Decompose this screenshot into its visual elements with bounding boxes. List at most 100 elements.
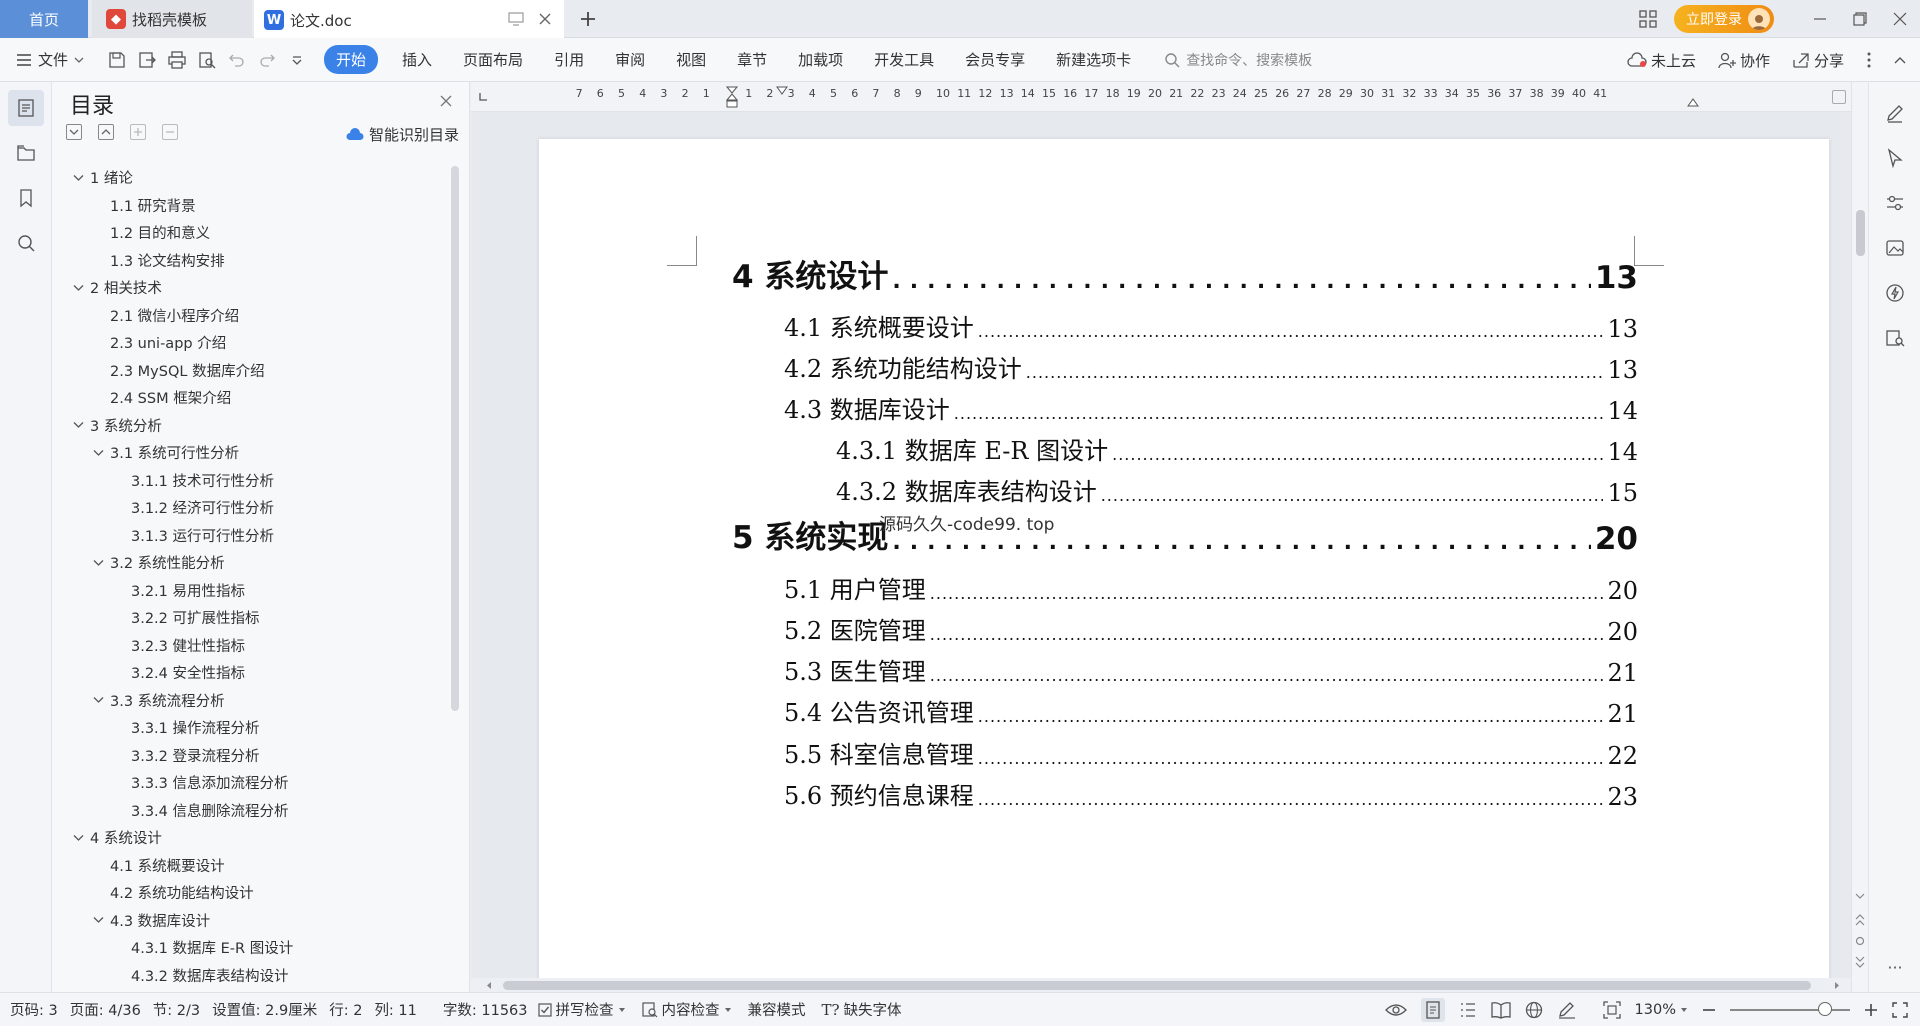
chevron-down-icon[interactable] bbox=[70, 174, 86, 182]
web-view-icon[interactable] bbox=[1525, 1001, 1543, 1019]
toc-entry[interactable]: 5.3 医生管理................................… bbox=[784, 651, 1638, 687]
toc-tree-item[interactable]: 2.3 MySQL 数据库介绍 bbox=[52, 357, 452, 385]
zoom-level[interactable]: 130% bbox=[1635, 1002, 1688, 1018]
toc-tree-item[interactable]: 3.1.2 经济可行性分析 bbox=[52, 494, 452, 522]
ribbon-tab-8[interactable]: 开发工具 bbox=[874, 49, 934, 70]
file-menu[interactable]: 文件 bbox=[16, 49, 84, 70]
reading-view-icon[interactable] bbox=[1490, 1001, 1511, 1019]
toc-panel-icon[interactable] bbox=[7, 90, 44, 126]
navigation-panel-icon[interactable] bbox=[8, 135, 44, 171]
outline-view-icon[interactable] bbox=[1459, 1001, 1477, 1019]
toc-tree-item[interactable]: 4.3.1 数据库 E-R 图设计 bbox=[52, 934, 452, 962]
toc-tree-item[interactable]: 3.2.2 可扩展性指标 bbox=[52, 604, 452, 632]
expand-all-icon[interactable] bbox=[66, 124, 82, 140]
export-pdf-icon[interactable] bbox=[136, 49, 158, 71]
print-icon[interactable] bbox=[166, 49, 188, 71]
toc-tree-item[interactable]: 2.3 uni-app 介绍 bbox=[52, 329, 452, 357]
ribbon-tab-9[interactable]: 会员专享 bbox=[965, 49, 1025, 70]
toc-scrollbar[interactable] bbox=[451, 166, 459, 711]
chevron-down-icon[interactable] bbox=[70, 834, 86, 842]
tab-document[interactable]: W 论文.doc bbox=[254, 0, 564, 38]
share-button[interactable]: 分享 bbox=[1792, 50, 1844, 71]
toc-tree-item[interactable]: 3.3 系统流程分析 bbox=[52, 687, 452, 715]
toc-entry[interactable]: 5.5 科室信息管理..............................… bbox=[784, 734, 1638, 770]
toc-tree-item[interactable]: 1.1 研究背景 bbox=[52, 192, 452, 220]
status-page[interactable]: 页面: 4/36 bbox=[70, 999, 141, 1020]
chevron-down-icon[interactable] bbox=[70, 421, 86, 429]
ribbon-tab-3[interactable]: 引用 bbox=[554, 49, 584, 70]
eye-protection-icon[interactable] bbox=[1384, 1002, 1407, 1018]
ai-assistant-icon[interactable] bbox=[1880, 278, 1910, 308]
adjust-sliders-icon[interactable] bbox=[1880, 188, 1910, 218]
find-icon[interactable] bbox=[8, 225, 44, 261]
ribbon-tab-2[interactable]: 页面布局 bbox=[463, 49, 523, 70]
select-browse-object-icon[interactable] bbox=[1855, 936, 1865, 946]
toc-entry[interactable]: 5.4 公告资讯管理..............................… bbox=[784, 692, 1638, 728]
chevron-down-icon[interactable] bbox=[90, 559, 106, 567]
toc-tree-item[interactable]: 1.3 论文结构安排 bbox=[52, 247, 452, 275]
indent-marker-icon[interactable] bbox=[726, 86, 738, 108]
grid-apps-icon[interactable] bbox=[1628, 0, 1668, 38]
vertical-scrollbar[interactable] bbox=[1851, 82, 1868, 992]
ribbon-tab-10[interactable]: 新建选项卡 bbox=[1056, 49, 1131, 70]
tab-home[interactable]: 首页 bbox=[0, 0, 88, 38]
page-view-icon[interactable] bbox=[1420, 998, 1445, 1022]
ribbon-tab-0[interactable]: 开始 bbox=[324, 45, 379, 74]
collapse-all-icon[interactable] bbox=[98, 124, 114, 140]
cloud-status-button[interactable]: 未上云 bbox=[1627, 50, 1696, 71]
toc-tree-item[interactable]: 3.3.2 登录流程分析 bbox=[52, 742, 452, 770]
new-tab-button[interactable] bbox=[574, 5, 602, 33]
ribbon-tab-4[interactable]: 审阅 bbox=[615, 49, 645, 70]
toc-entry[interactable]: 5.1 用户管理................................… bbox=[784, 569, 1638, 605]
toc-entry[interactable]: 5.2 医院管理................................… bbox=[784, 610, 1638, 646]
scroll-left-icon[interactable] bbox=[485, 981, 493, 990]
ribbon-tab-7[interactable]: 加载项 bbox=[798, 49, 843, 70]
horizontal-scroll-thumb[interactable] bbox=[503, 981, 1811, 990]
toc-tree-item[interactable]: 3 系统分析 bbox=[52, 412, 452, 440]
restore-icon[interactable] bbox=[1840, 0, 1880, 38]
toc-tree-item[interactable]: 1.2 目的和意义 bbox=[52, 219, 452, 247]
login-button[interactable]: 立即登录 bbox=[1674, 5, 1774, 33]
first-line-indent-icon[interactable] bbox=[776, 86, 788, 96]
toc-entry[interactable]: 5 系统实现..................................… bbox=[732, 517, 1638, 557]
spell-check-button[interactable]: 拼写检查 bbox=[537, 999, 626, 1020]
print-preview-icon[interactable] bbox=[196, 49, 218, 71]
reading-icon[interactable] bbox=[1880, 323, 1910, 353]
toc-tree-item[interactable]: 4.2 系统功能结构设计 bbox=[52, 879, 452, 907]
fullscreen-icon[interactable] bbox=[1892, 1002, 1908, 1018]
toc-tree-item[interactable]: 4 系统设计 bbox=[52, 824, 452, 852]
toc-entry[interactable]: 4 系统设计..................................… bbox=[732, 256, 1638, 296]
right-indent-icon[interactable] bbox=[1687, 96, 1699, 108]
add-heading-icon[interactable] bbox=[130, 124, 146, 140]
more-options-icon[interactable] bbox=[1866, 51, 1872, 69]
chevron-down-icon[interactable] bbox=[90, 449, 106, 457]
toc-tree-item[interactable]: 3.1.3 运行可行性分析 bbox=[52, 522, 452, 550]
close-window-icon[interactable] bbox=[1880, 0, 1920, 38]
write-mode-icon[interactable] bbox=[1557, 1001, 1577, 1019]
chevron-down-icon[interactable] bbox=[90, 916, 106, 924]
redo-icon[interactable] bbox=[256, 49, 278, 71]
horizontal-scrollbar[interactable] bbox=[471, 978, 1851, 992]
image-tool-icon[interactable] bbox=[1880, 233, 1910, 263]
toc-tree-item[interactable]: 3.1.1 技术可行性分析 bbox=[52, 467, 452, 495]
smart-toc-button[interactable]: 智能识别目录 bbox=[346, 124, 459, 145]
toc-entry[interactable]: 4.3.1 数据库 E-R 图设计.......................… bbox=[836, 430, 1638, 466]
ribbon-tab-5[interactable]: 视图 bbox=[676, 49, 706, 70]
undo-icon[interactable] bbox=[226, 49, 248, 71]
toc-tree-item[interactable]: 2.4 SSM 框架介绍 bbox=[52, 384, 452, 412]
toc-entry[interactable]: 4.3.2 数据库表结构设计..........................… bbox=[836, 471, 1638, 507]
zoom-out-icon[interactable] bbox=[1702, 1003, 1716, 1017]
missing-font-button[interactable]: T? 缺失字体 bbox=[822, 999, 902, 1020]
document-page[interactable]: 4 系统设计..................................… bbox=[539, 139, 1829, 978]
monitor-icon[interactable] bbox=[508, 12, 524, 26]
horizontal-ruler[interactable]: 7 6 5 4 3 2 1 1 2 3 4 5 6 7 8 9 10 11 12 13 14 15 16 17 18 19 20 21… bbox=[471, 82, 1851, 112]
toc-entry[interactable]: 5.6 预约信息课程..............................… bbox=[784, 775, 1638, 811]
vertical-scroll-thumb[interactable] bbox=[1856, 210, 1865, 256]
edit-pen-icon[interactable] bbox=[1880, 98, 1910, 128]
select-cursor-icon[interactable] bbox=[1880, 143, 1910, 173]
ruler-toggle-icon[interactable] bbox=[1832, 90, 1846, 104]
toc-tree-item[interactable]: 3.3.1 操作流程分析 bbox=[52, 714, 452, 742]
collab-button[interactable]: 协作 bbox=[1718, 50, 1770, 71]
prev-page-icon[interactable] bbox=[1855, 914, 1865, 926]
chevron-down-icon[interactable] bbox=[70, 284, 86, 292]
